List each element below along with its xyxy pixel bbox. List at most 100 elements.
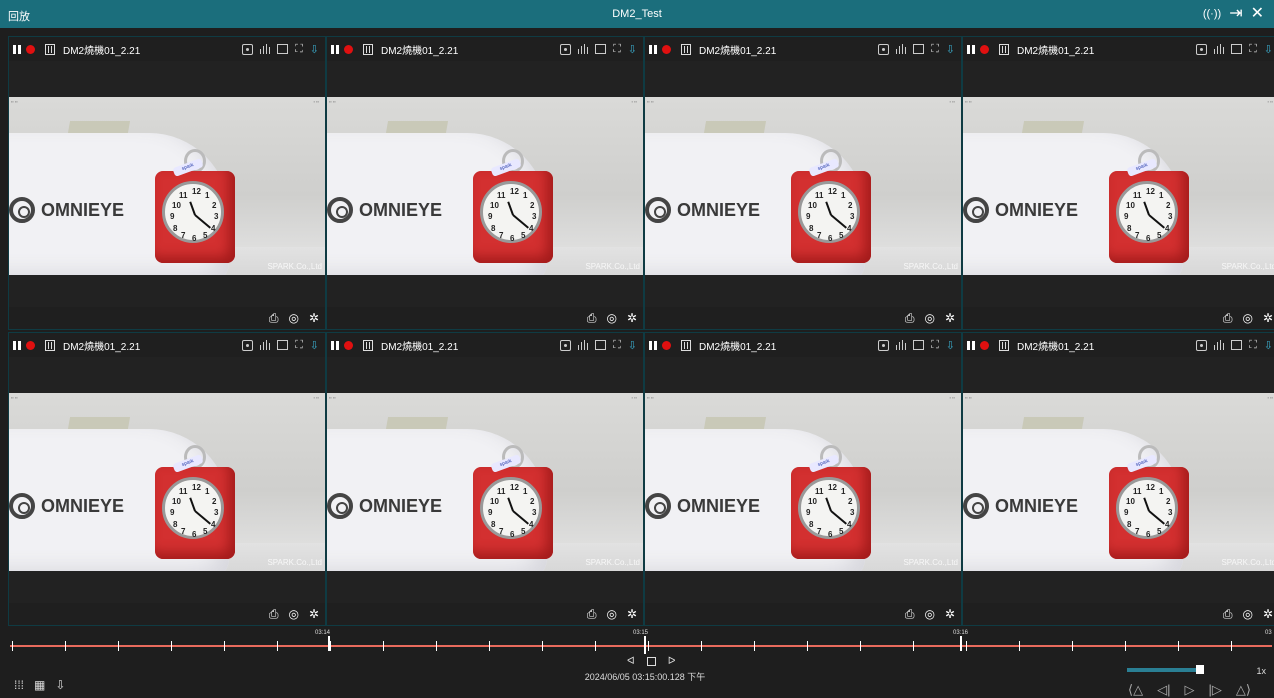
step-forward-icon[interactable]: |▷ [1208,682,1221,698]
window-icon[interactable] [913,340,925,350]
fullscreen-icon[interactable]: ⛶ [931,43,939,56]
pause-icon[interactable] [649,44,657,54]
record-icon[interactable] [26,44,35,54]
play-icon[interactable]: ▷ [1184,682,1194,698]
window-icon[interactable] [595,340,607,350]
video-pane[interactable]: DM2燒機01_2.21 ⛶ ⇩ ▪▪ ▪▪ ▪ ▪▪ OMNIEYE spar… [326,332,644,626]
pin-icon[interactable]: ⇩ [310,339,319,352]
video-pane[interactable]: DM2燒機01_2.21 ⛶ ⇩ ▪▪ ▪▪ ▪ ▪▪ OMNIEYE spar… [8,36,326,330]
record-mode-icon[interactable] [242,43,254,55]
delete-icon[interactable] [45,339,55,351]
timeline-bar[interactable] [10,645,1272,647]
signal-icon[interactable] [1214,44,1225,54]
snapshot-icon[interactable]: ◎ [288,311,298,325]
print-icon[interactable]: ⎙ [269,311,279,326]
record-icon[interactable] [344,340,353,350]
video-frame[interactable]: ▪▪ ▪▪ ▪ ▪▪ OMNIEYE spark 12 1 2 3 4 5 6 7 8 9 10 11… [963,97,1274,275]
pause-icon[interactable] [967,340,975,350]
close-icon[interactable]: ✕ [1251,4,1264,24]
video-frame[interactable]: ▪▪ ▪▪ ▪ ▪▪ OMNIEYE spark 12 1 2 3 4 5 6 7 8 9 10 11… [9,393,325,571]
record-icon[interactable] [26,340,35,350]
step-back-icon[interactable]: ◁| [1157,682,1170,698]
window-icon[interactable] [277,44,289,54]
record-mode-icon[interactable] [878,43,890,55]
fullscreen-icon[interactable]: ⛶ [613,339,621,352]
signal-icon[interactable] [896,44,907,54]
snapshot-icon[interactable]: ◎ [924,607,934,621]
fullscreen-icon[interactable]: ⛶ [295,339,303,352]
slower-icon[interactable]: ⟨△ [1128,682,1143,698]
print-icon[interactable]: ⎙ [587,607,597,622]
print-icon[interactable]: ⎙ [269,607,279,622]
settings-icon[interactable]: ✲ [945,607,955,621]
print-icon[interactable]: ⎙ [1223,311,1233,326]
settings-icon[interactable]: ✲ [1263,607,1273,621]
next-icon[interactable]: ᐅ [668,656,676,667]
snapshot-icon[interactable]: ◎ [606,311,616,325]
record-icon[interactable] [662,340,671,350]
settings-icon[interactable]: ✲ [945,311,955,325]
pause-icon[interactable] [967,44,975,54]
record-mode-icon[interactable] [560,43,572,55]
pin-icon[interactable]: ⇩ [946,339,955,352]
calendar-icon[interactable]: ▦ [34,678,45,692]
record-mode-icon[interactable] [1196,339,1208,351]
pause-icon[interactable] [13,44,21,54]
timeline[interactable]: 03:14 03:15 03:16 03 ᐊ ᐅ 2024/06/05 03:1… [0,626,1274,698]
pause-icon[interactable] [331,340,339,350]
video-frame[interactable]: ▪▪ ▪▪ ▪ ▪▪ OMNIEYE spark 12 1 2 3 4 5 6 7 8 9 10 11… [645,97,961,275]
grid-layout-icon[interactable]: ⁞⁞⁞ [14,678,24,692]
snapshot-icon[interactable]: ◎ [606,607,616,621]
delete-icon[interactable] [999,43,1009,55]
pin-icon[interactable]: ⇩ [628,339,637,352]
pause-icon[interactable] [13,340,21,350]
settings-icon[interactable]: ✲ [627,311,637,325]
signal-icon[interactable] [578,44,589,54]
timeline-cursor[interactable] [644,636,646,654]
pin-icon[interactable]: ⇩ [628,43,637,56]
pin-icon[interactable]: ⇩ [1264,339,1273,352]
settings-icon[interactable]: ✲ [1263,311,1273,325]
window-icon[interactable] [595,44,607,54]
fullscreen-icon[interactable]: ⛶ [613,43,621,56]
snapshot-icon[interactable]: ◎ [1242,607,1252,621]
print-icon[interactable]: ⎙ [1223,607,1233,622]
video-frame[interactable]: ▪▪ ▪▪ ▪ ▪▪ OMNIEYE spark 12 1 2 3 4 5 6 7 8 9 10 11… [327,393,643,571]
speed-handle[interactable] [1196,665,1205,674]
snapshot-icon[interactable]: ◎ [924,311,934,325]
stop-button[interactable] [646,657,656,666]
video-frame[interactable]: ▪▪ ▪▪ ▪ ▪▪ OMNIEYE spark 12 1 2 3 4 5 6 7 8 9 10 11… [963,393,1274,571]
record-icon[interactable] [980,340,989,350]
fullscreen-icon[interactable]: ⛶ [1249,43,1257,56]
snapshot-icon[interactable]: ◎ [288,607,298,621]
window-icon[interactable] [277,340,289,350]
export-icon[interactable]: ⇩ [55,678,65,692]
pin-icon[interactable]: ⇩ [310,43,319,56]
signal-icon[interactable] [578,340,589,350]
delete-icon[interactable] [363,43,373,55]
pause-icon[interactable] [649,340,657,350]
record-icon[interactable] [980,44,989,54]
signal-icon[interactable] [260,340,271,350]
speed-slider[interactable] [1127,665,1235,674]
pause-icon[interactable] [331,44,339,54]
video-pane[interactable]: DM2燒機01_2.21 ⛶ ⇩ ▪▪ ▪▪ ▪ ▪▪ OMNIEYE spar… [326,36,644,330]
video-frame[interactable]: ▪▪ ▪▪ ▪ ▪▪ OMNIEYE spark 12 1 2 3 4 5 6 7 8 9 10 11… [645,393,961,571]
print-icon[interactable]: ⎙ [905,311,915,326]
signal-icon[interactable] [1214,340,1225,350]
pin-icon[interactable]: ⇩ [1264,43,1273,56]
settings-icon[interactable]: ✲ [309,607,319,621]
record-mode-icon[interactable] [878,339,890,351]
window-icon[interactable] [1231,44,1243,54]
delete-icon[interactable] [999,339,1009,351]
previous-icon[interactable]: ᐊ [627,656,635,667]
record-mode-icon[interactable] [560,339,572,351]
settings-icon[interactable]: ✲ [627,607,637,621]
print-icon[interactable]: ⎙ [905,607,915,622]
delete-icon[interactable] [45,43,55,55]
fullscreen-icon[interactable]: ⛶ [931,339,939,352]
record-icon[interactable] [662,44,671,54]
exit-icon[interactable]: ⇥ [1229,4,1242,24]
record-mode-icon[interactable] [1196,43,1208,55]
settings-icon[interactable]: ✲ [309,311,319,325]
